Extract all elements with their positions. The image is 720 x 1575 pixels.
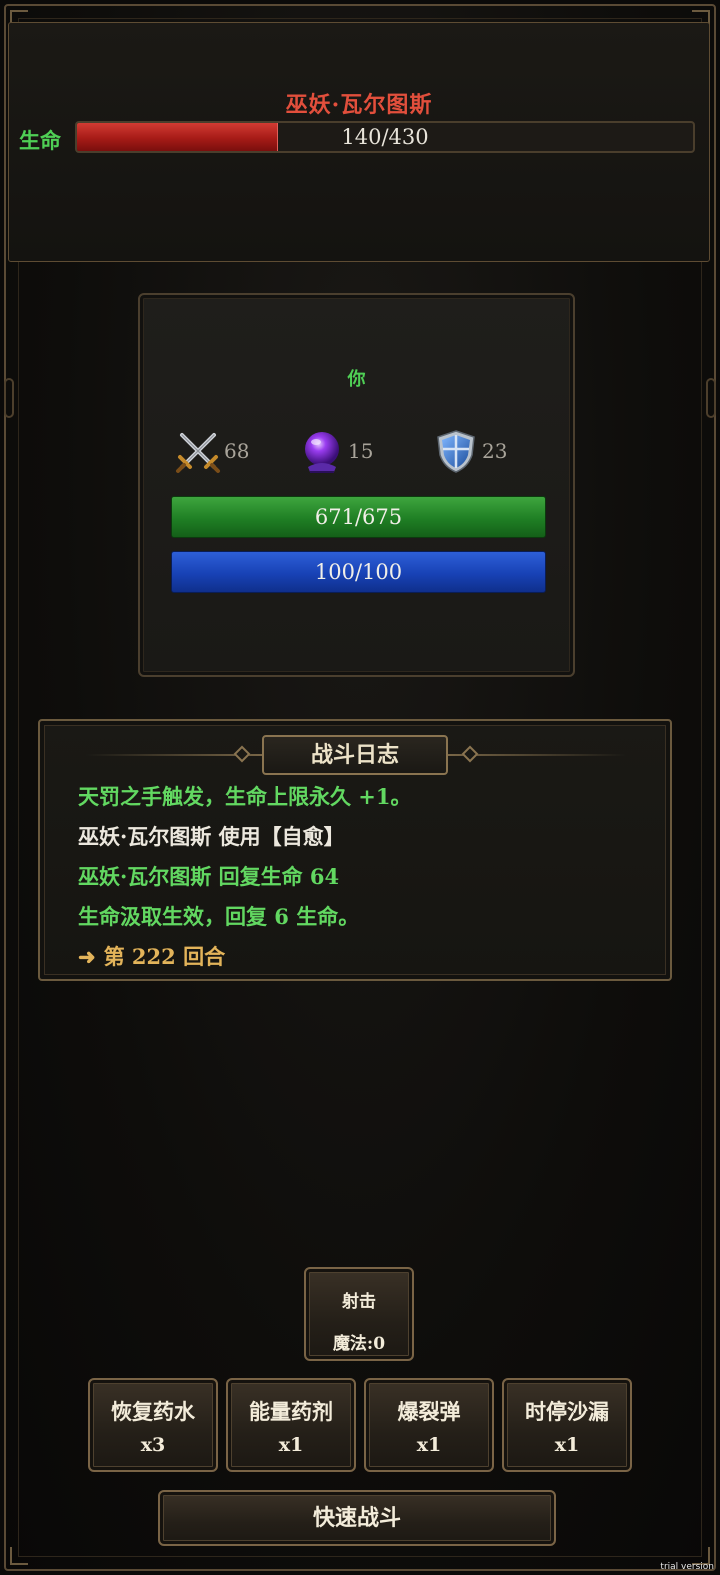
shoot-label: 射击 xyxy=(342,1292,376,1312)
frame-ornament xyxy=(4,378,14,418)
round-text: 第 222 回合 xyxy=(103,944,226,969)
arrow-right-icon: ➜ xyxy=(78,944,96,969)
magic-stat: 15 xyxy=(298,425,373,477)
item-button-energy-potion[interactable]: 能量药剂 x1 xyxy=(226,1378,356,1472)
log-line: 天罚之手触发，生命上限永久 +1。 xyxy=(78,784,412,809)
crystal-ball-icon xyxy=(305,432,339,473)
item-button-time-hourglass[interactable]: 时停沙漏 x1 xyxy=(502,1378,632,1472)
frame-ornament xyxy=(706,378,716,418)
log-line: 巫妖·瓦尔图斯 使用【自愈】 xyxy=(78,824,345,849)
defense-stat: 23 xyxy=(432,425,507,477)
frame-corner xyxy=(10,1547,28,1565)
player-mp-bar: 100/100 xyxy=(171,551,546,593)
defense-value: 23 xyxy=(482,439,508,463)
watermark: trial version xyxy=(660,1562,714,1572)
log-line-round: ➜ 第 222 回合 xyxy=(78,937,650,977)
log-ornament xyxy=(233,745,251,763)
quick-battle-button[interactable]: 快速战斗 xyxy=(158,1490,556,1546)
item-name: 恢复药水 xyxy=(111,1399,195,1424)
shoot-cost: 魔法:0 xyxy=(332,1334,386,1354)
enemy-hp-bar: 140/430 xyxy=(75,121,695,153)
player-name: 你 xyxy=(347,369,366,390)
magic-value: 15 xyxy=(348,439,374,463)
battle-log-panel: 战斗日志 天罚之手触发，生命上限永久 +1。 巫妖·瓦尔图斯 使用【自愈】 巫妖… xyxy=(38,719,672,981)
player-hp-bar: 671/675 xyxy=(171,496,546,538)
item-button-healing-potion[interactable]: 恢复药水 x3 xyxy=(88,1378,218,1472)
item-count: x1 xyxy=(416,1434,442,1456)
item-name: 爆裂弹 xyxy=(397,1399,461,1424)
item-name: 能量药剂 xyxy=(249,1399,333,1424)
shoot-button[interactable]: 射击 魔法:0 xyxy=(304,1267,414,1361)
battle-log-title: 战斗日志 xyxy=(262,735,448,775)
log-ornament xyxy=(461,745,479,763)
log-line: 巫妖·瓦尔图斯 回复生命 64 xyxy=(78,864,340,889)
item-count: x1 xyxy=(278,1434,304,1456)
player-panel: 你 68 15 23 671/675 100/100 xyxy=(138,293,575,677)
log-line: 生命汲取生效，回复 6 生命。 xyxy=(78,904,360,929)
enemy-name: 巫妖·瓦尔图斯 xyxy=(285,92,433,118)
crossed-swords-icon xyxy=(176,433,220,473)
item-button-burst-bomb[interactable]: 爆裂弹 x1 xyxy=(364,1378,494,1472)
item-name: 时停沙漏 xyxy=(525,1399,609,1424)
battle-log-lines: 天罚之手触发，生命上限永久 +1。 巫妖·瓦尔图斯 使用【自愈】 巫妖·瓦尔图斯… xyxy=(78,777,650,977)
enemy-hp-text: 140/430 xyxy=(341,125,429,149)
enemy-panel: 巫妖·瓦尔图斯 生命 140/430 xyxy=(8,22,710,262)
item-count: x1 xyxy=(554,1434,580,1456)
attack-value: 68 xyxy=(224,439,250,463)
attack-stat: 68 xyxy=(174,425,249,477)
item-count: x3 xyxy=(140,1434,166,1456)
enemy-hp-label: 生命 xyxy=(19,128,61,153)
shield-icon xyxy=(437,430,475,473)
